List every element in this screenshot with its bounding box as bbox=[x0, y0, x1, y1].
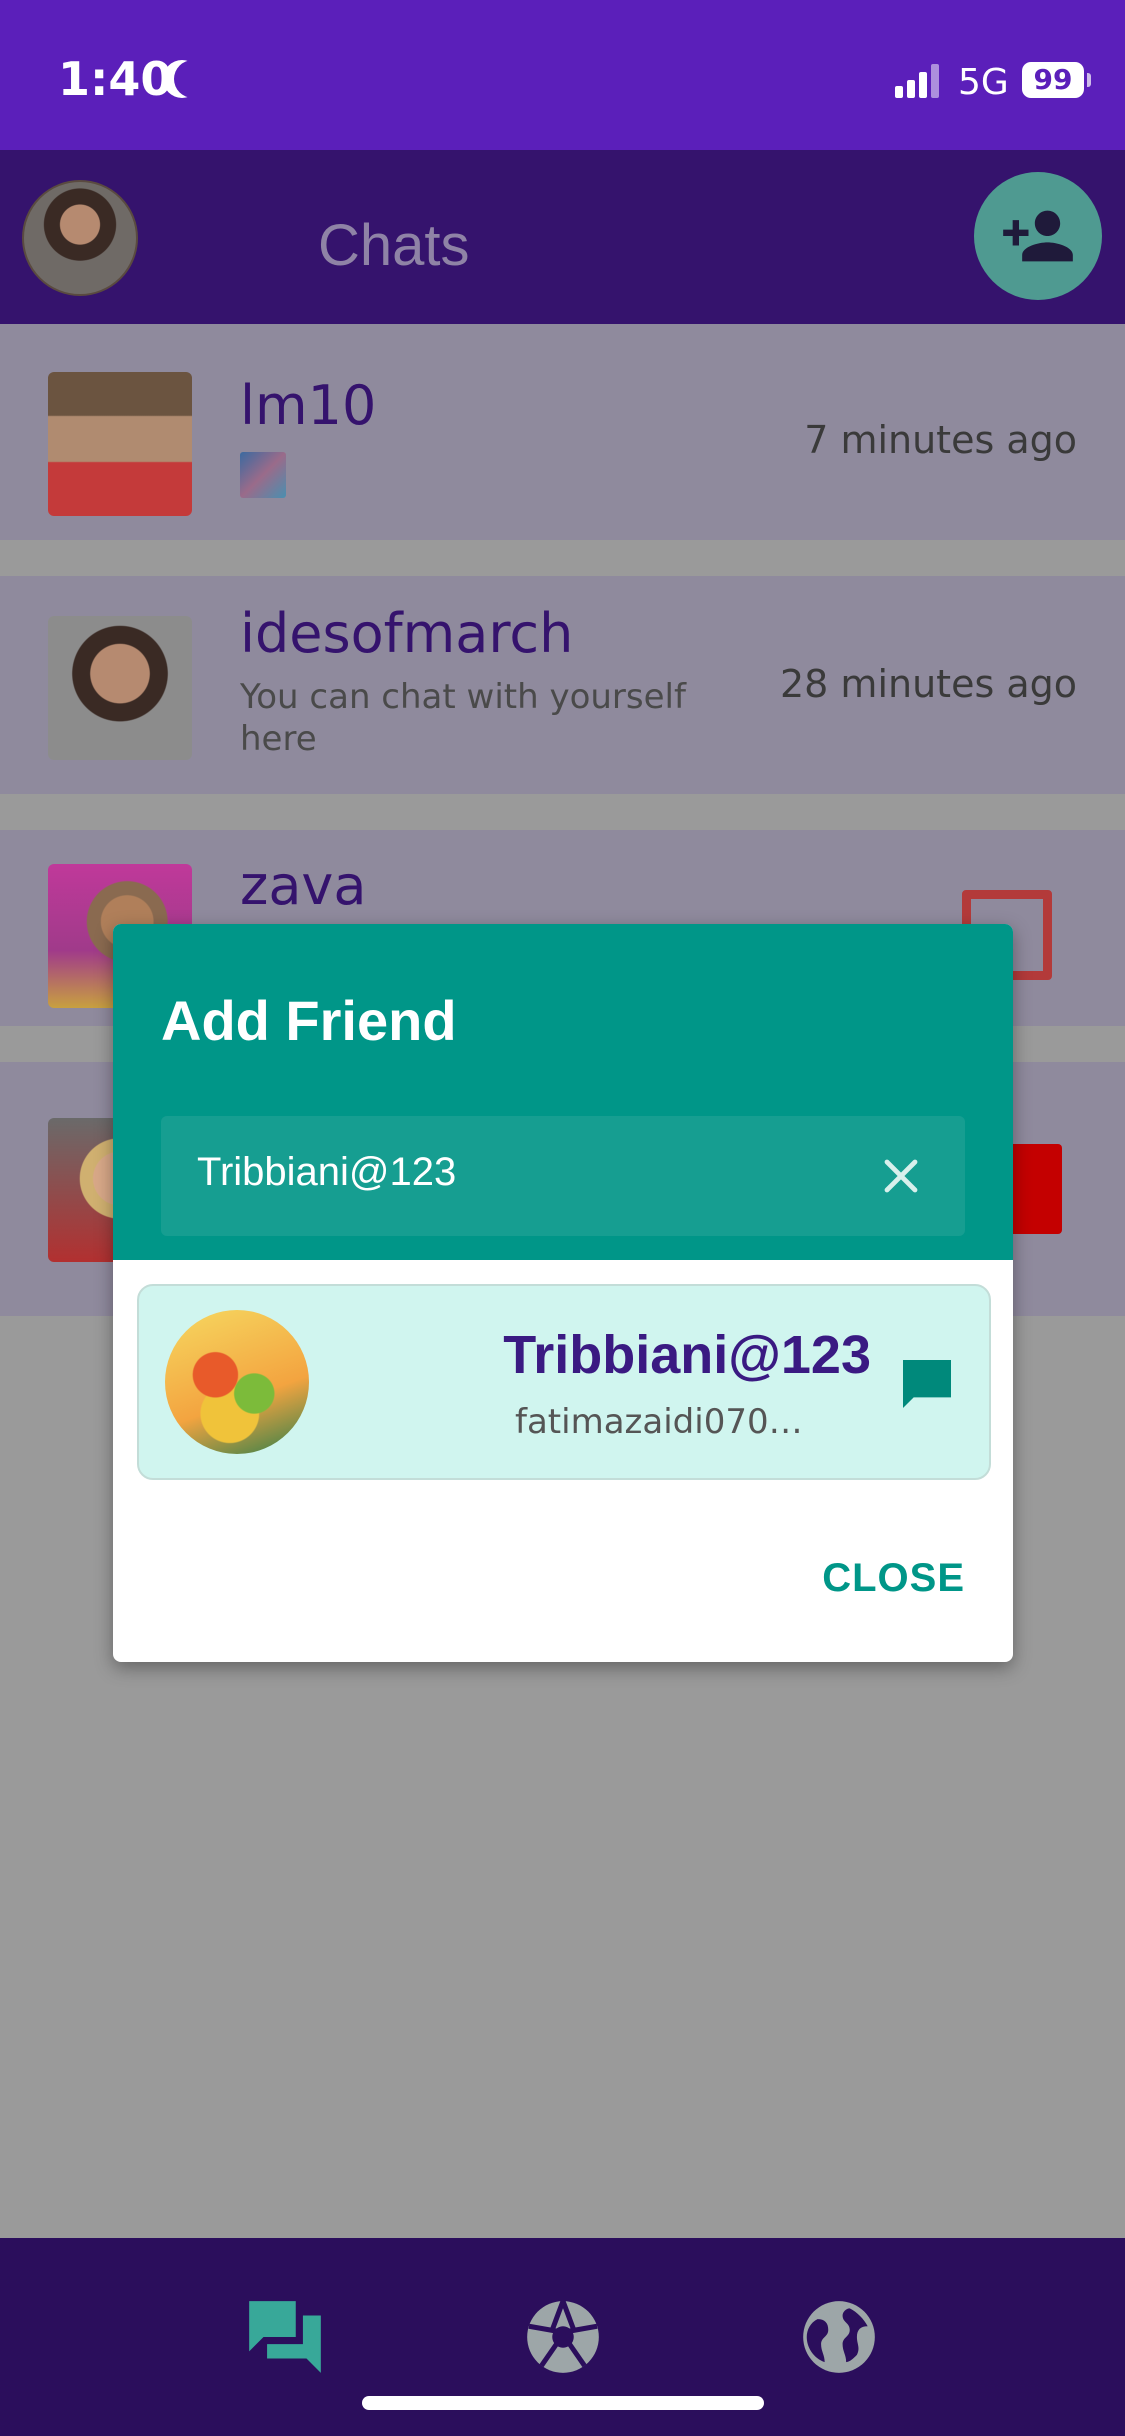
result-email: fatimazaidi0706... bbox=[515, 1402, 815, 1442]
chat-avatar bbox=[48, 616, 192, 760]
network-type: 5G bbox=[958, 62, 1009, 103]
add-friend-dialog: Add Friend Tribbiani@123 Tribbiani@123 f… bbox=[113, 924, 1013, 1662]
chat-item[interactable]: lm10 7 minutes ago bbox=[0, 324, 1125, 540]
page-title: Chats bbox=[318, 213, 470, 278]
chat-time: 7 minutes ago bbox=[804, 418, 1077, 462]
dialog-title: Add Friend bbox=[161, 989, 457, 1052]
camera-tab-icon[interactable] bbox=[520, 2294, 606, 2380]
moon-icon bbox=[174, 60, 212, 98]
chat-time: 28 minutes ago bbox=[780, 662, 1077, 706]
search-value: Tribbiani@123 bbox=[197, 1150, 457, 1194]
search-result-card[interactable]: Tribbiani@123 fatimazaidi0706... bbox=[137, 1284, 991, 1480]
battery-tip bbox=[1087, 73, 1091, 87]
chat-name: lm10 bbox=[240, 374, 377, 437]
chat-name: zava bbox=[240, 854, 367, 917]
chat-last-message: You can chat with yourself here bbox=[240, 677, 686, 759]
friend-search-input[interactable]: Tribbiani@123 bbox=[161, 1116, 965, 1236]
home-indicator bbox=[362, 2396, 764, 2410]
person-add-icon bbox=[1003, 210, 1073, 262]
image-thumbnail bbox=[240, 452, 286, 498]
close-button[interactable]: CLOSE bbox=[822, 1556, 965, 1601]
result-name: Tribbiani@123 bbox=[503, 1325, 871, 1385]
app-bar: Chats bbox=[0, 150, 1125, 324]
battery-icon: 99 bbox=[1022, 62, 1084, 98]
message-icon[interactable] bbox=[895, 1352, 959, 1416]
profile-avatar[interactable] bbox=[22, 180, 138, 296]
chat-name: idesofmarch bbox=[240, 602, 574, 665]
status-bar: 1:40 5G 99 bbox=[0, 0, 1125, 150]
signal-icon bbox=[895, 64, 941, 98]
chat-item[interactable]: idesofmarch You can chat with yourself h… bbox=[0, 576, 1125, 794]
globe-tab-icon[interactable] bbox=[796, 2294, 882, 2380]
result-avatar bbox=[165, 1310, 309, 1454]
clear-icon[interactable] bbox=[877, 1152, 925, 1200]
delete-button[interactable] bbox=[1010, 1144, 1062, 1234]
chat-avatar bbox=[48, 372, 192, 516]
dialog-header: Add Friend Tribbiani@123 bbox=[113, 924, 1013, 1260]
add-friend-button[interactable] bbox=[974, 172, 1102, 300]
status-time: 1:40 bbox=[58, 52, 173, 106]
chats-tab-icon[interactable] bbox=[242, 2294, 328, 2380]
